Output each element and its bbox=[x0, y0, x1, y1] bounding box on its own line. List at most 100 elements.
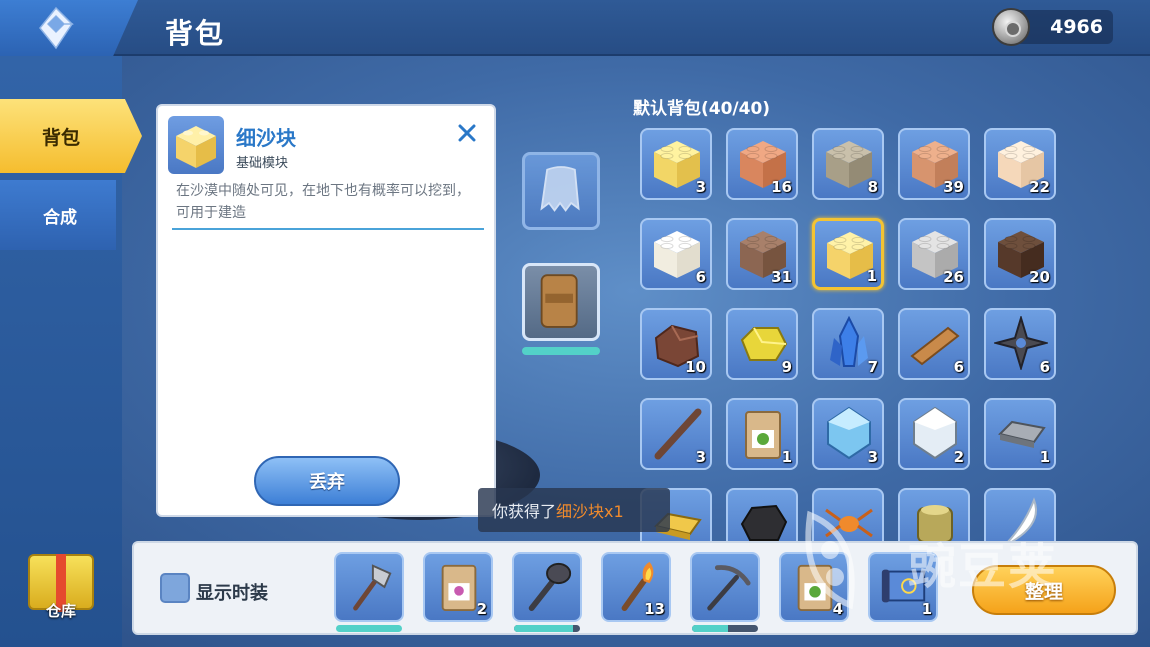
item-count: 2 bbox=[476, 600, 487, 618]
detail-item-description: 在沙漠中随处可见，在地下也有概率可以挖到，可用于建造 bbox=[176, 183, 470, 221]
tab-backpack[interactable]: 背包 bbox=[0, 99, 142, 173]
top-bar: 背包 4966 bbox=[0, 0, 1150, 56]
inventory-slot[interactable] bbox=[726, 488, 798, 546]
item-count: 1 bbox=[781, 448, 792, 466]
inventory-slot[interactable]: 3 bbox=[640, 128, 712, 200]
item-count: 3 bbox=[695, 178, 706, 196]
item-count: 31 bbox=[771, 268, 792, 286]
item-count: 2 bbox=[953, 448, 964, 466]
cloak-equip-slot[interactable] bbox=[522, 152, 600, 230]
item-obtained-toast: 你获得了 细沙块x1 bbox=[478, 488, 670, 532]
inventory-slot[interactable] bbox=[984, 488, 1056, 546]
back-arrow-icon[interactable] bbox=[34, 6, 78, 50]
inventory-slot[interactable] bbox=[898, 488, 970, 546]
inventory-slot[interactable]: 10 bbox=[640, 308, 712, 380]
inventory-title: 默认背包(40/40) bbox=[633, 99, 771, 119]
item-count: 26 bbox=[943, 268, 964, 286]
item-count: 1 bbox=[866, 267, 877, 285]
white-fang-icon bbox=[1003, 497, 1037, 546]
stone-club-icon bbox=[528, 562, 572, 612]
show-costume-checkbox[interactable] bbox=[160, 573, 190, 603]
brass-cylinder-icon bbox=[917, 505, 953, 543]
item-count: 10 bbox=[685, 358, 706, 376]
hotbar-slot[interactable] bbox=[334, 552, 404, 622]
item-count: 4 bbox=[832, 600, 843, 618]
warehouse-button[interactable]: 仓库 bbox=[22, 548, 100, 628]
item-count: 6 bbox=[953, 358, 964, 376]
inventory-slot[interactable]: 39 bbox=[898, 128, 970, 200]
inventory-slot[interactable]: 26 bbox=[898, 218, 970, 290]
item-count: 9 bbox=[781, 358, 792, 376]
inventory-slot[interactable]: 2 bbox=[898, 398, 970, 470]
backpack-durability-bar bbox=[522, 347, 600, 355]
inventory-slot[interactable]: 9 bbox=[726, 308, 798, 380]
inventory-slot[interactable] bbox=[812, 488, 884, 546]
hotbar-slot[interactable]: 13 bbox=[601, 552, 671, 622]
inventory-slot[interactable]: 16 bbox=[726, 128, 798, 200]
inventory-slot[interactable]: 3 bbox=[812, 398, 884, 470]
inventory-slot[interactable]: 22 bbox=[984, 128, 1056, 200]
hotbar-slot[interactable]: 2 bbox=[423, 552, 493, 622]
inventory-slot[interactable]: 31 bbox=[726, 218, 798, 290]
orange-spider-icon bbox=[825, 508, 873, 538]
item-count: 39 bbox=[943, 178, 964, 196]
currency-value: 4966 bbox=[1050, 16, 1103, 38]
close-icon[interactable] bbox=[456, 122, 478, 144]
item-count: 22 bbox=[1029, 178, 1050, 196]
item-count: 16 bbox=[771, 178, 792, 196]
detail-item-slot bbox=[168, 116, 224, 174]
detail-item-name: 细沙块 bbox=[236, 126, 296, 150]
item-count: 3 bbox=[867, 448, 878, 466]
inventory-slot[interactable]: 7 bbox=[812, 308, 884, 380]
inventory-grid: 3 16 8 39 22 6 31 1 26 20 10 9 7 6 6 3 1… bbox=[638, 126, 1058, 546]
durability-fill bbox=[336, 625, 402, 632]
item-count: 6 bbox=[695, 268, 706, 286]
durability-fill bbox=[514, 625, 574, 632]
inventory-slot[interactable]: 6 bbox=[898, 308, 970, 380]
item-count: 3 bbox=[695, 448, 706, 466]
inventory-slot[interactable]: 6 bbox=[640, 218, 712, 290]
hotbar-slot[interactable]: 4 bbox=[779, 552, 849, 622]
backpack-icon bbox=[540, 274, 578, 328]
sort-button[interactable]: 整理 bbox=[972, 565, 1116, 615]
item-count: 8 bbox=[867, 178, 878, 196]
fine-sand-block-icon bbox=[176, 126, 216, 168]
show-costume-label: 显示时装 bbox=[196, 583, 268, 604]
coin-icon bbox=[992, 8, 1030, 46]
hotbar-panel: 显示时装 整理 2 13 4 1 bbox=[132, 541, 1138, 635]
backpack-equip-slot[interactable] bbox=[522, 263, 600, 341]
currency-display: 4966 bbox=[992, 8, 1113, 46]
toast-item: 细沙块x1 bbox=[556, 502, 624, 521]
durability-fill bbox=[692, 625, 729, 632]
item-detail-panel: 细沙块 基础模块 在沙漠中随处可见，在地下也有概率可以挖到，可用于建造 丢弃 bbox=[156, 104, 496, 517]
inventory-slot[interactable]: 3 bbox=[640, 398, 712, 470]
item-count: 20 bbox=[1029, 268, 1050, 286]
stone-axe-icon bbox=[353, 564, 392, 611]
discard-button[interactable]: 丢弃 bbox=[254, 456, 400, 506]
cloak-icon bbox=[540, 166, 580, 212]
inventory-slot[interactable]: 1 bbox=[726, 398, 798, 470]
hotbar-slot[interactable]: 1 bbox=[868, 552, 938, 622]
inventory-slot[interactable]: 6 bbox=[984, 308, 1056, 380]
detail-item-category: 基础模块 bbox=[236, 156, 289, 171]
item-count: 1 bbox=[1039, 448, 1050, 466]
tab-crafting[interactable]: 合成 bbox=[0, 180, 116, 250]
inventory-slot[interactable]: 8 bbox=[812, 128, 884, 200]
item-count: 7 bbox=[867, 358, 878, 376]
inventory-slot[interactable]: 20 bbox=[984, 218, 1056, 290]
hotbar-slot[interactable] bbox=[512, 552, 582, 622]
pickaxe-icon bbox=[707, 565, 751, 611]
durability-bar bbox=[336, 625, 402, 632]
item-count: 13 bbox=[644, 600, 665, 618]
item-count: 1 bbox=[921, 600, 932, 618]
toast-prefix: 你获得了 bbox=[492, 502, 557, 521]
coal-icon bbox=[740, 504, 788, 541]
item-count: 6 bbox=[1039, 358, 1050, 376]
hotbar-slot[interactable] bbox=[690, 552, 760, 622]
inventory-slot[interactable]: 1 bbox=[984, 398, 1056, 470]
durability-bar bbox=[514, 625, 580, 632]
inventory-slot[interactable]: 1 bbox=[812, 218, 884, 290]
divider bbox=[172, 228, 484, 230]
warehouse-label: 仓库 bbox=[45, 602, 76, 620]
durability-bar bbox=[692, 625, 758, 632]
